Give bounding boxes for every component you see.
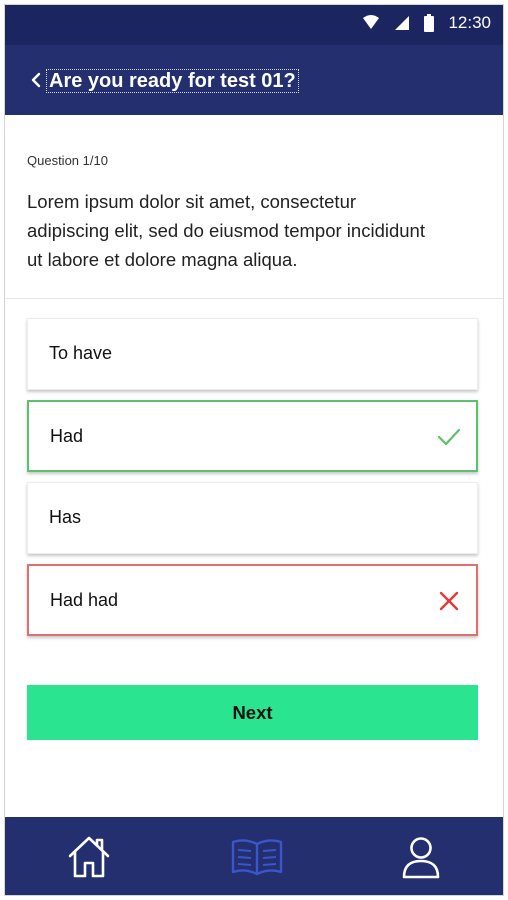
- bottom-navigation: [5, 817, 503, 895]
- answer-option-label: Has: [49, 507, 82, 527]
- page-title: Are you ready for test 01?: [46, 69, 299, 93]
- app-header: Are you ready for test 01?: [5, 45, 503, 115]
- check-icon: [437, 428, 461, 446]
- user-icon[interactable]: [397, 834, 445, 880]
- battery-icon: [424, 14, 435, 32]
- wifi-icon: [363, 15, 380, 29]
- answer-option-has[interactable]: Has: [27, 482, 478, 554]
- status-icons: 12:30: [362, 13, 491, 33]
- phone-screen: 12:30 Are you ready for test 01? Questio…: [4, 4, 504, 896]
- question-number: Question 1/10: [27, 153, 108, 168]
- status-time: 12:30: [448, 13, 491, 32]
- answer-option-had-correct[interactable]: Had: [27, 400, 478, 472]
- status-bar: 12:30: [5, 5, 503, 45]
- answer-option-label: Had had: [50, 590, 119, 610]
- answer-option-to-have[interactable]: To have: [27, 318, 478, 390]
- signal-icon: [395, 16, 410, 30]
- home-icon[interactable]: [65, 834, 113, 880]
- answer-option-label: To have: [49, 343, 113, 363]
- answer-option-had-had-wrong[interactable]: Had had: [27, 564, 478, 636]
- book-icon[interactable]: [229, 834, 285, 880]
- back-chevron-icon[interactable]: [27, 70, 47, 90]
- question-section: Question 1/10 Lorem ipsum dolor sit amet…: [5, 115, 503, 299]
- cross-icon: [439, 591, 459, 611]
- question-text: Lorem ipsum dolor sit amet, consectetur …: [27, 191, 425, 270]
- answer-option-label: Had: [50, 426, 84, 446]
- next-button[interactable]: Next: [27, 685, 478, 740]
